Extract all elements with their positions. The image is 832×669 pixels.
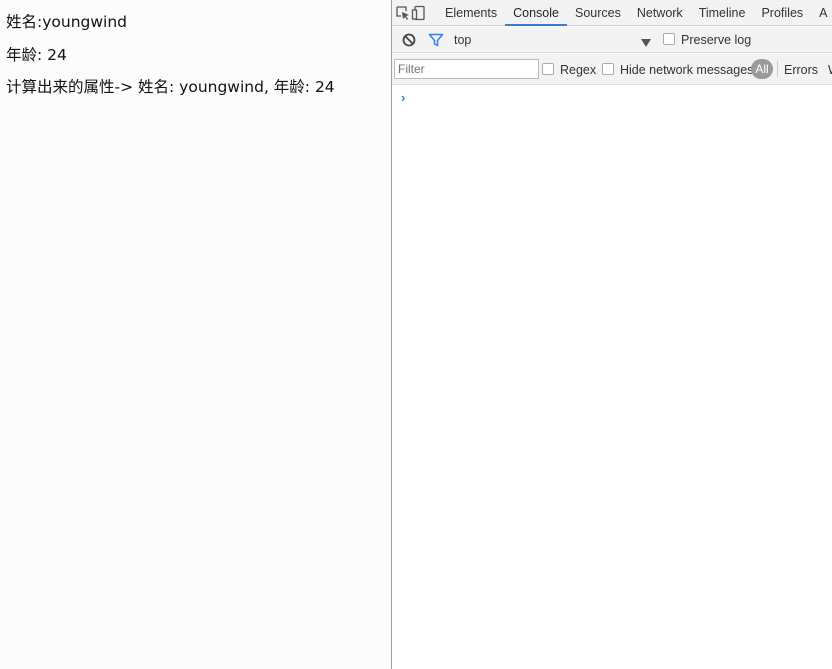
tab-sources[interactable]: Sources: [567, 0, 629, 25]
hide-network-label: Hide network messages: [620, 63, 754, 77]
tab-overflow[interactable]: A: [811, 0, 832, 25]
filter-icon[interactable]: [428, 32, 444, 48]
context-selector-label[interactable]: top: [454, 33, 471, 47]
page-content: 姓名:youngwind 年龄: 24 计算出来的属性-> 姓名: youngw…: [0, 0, 391, 669]
device-mode-icon[interactable]: [411, 0, 427, 26]
filter-input[interactable]: [394, 59, 539, 79]
hide-network-checkbox[interactable]: [602, 63, 614, 75]
level-warnings-button[interactable]: W: [828, 63, 832, 77]
console-toolbar: top Preserve log: [392, 27, 832, 53]
console-prompt-icon[interactable]: ›: [401, 90, 405, 105]
tab-profiles[interactable]: Profiles: [753, 0, 811, 25]
tab-timeline[interactable]: Timeline: [691, 0, 754, 25]
context-dropdown-arrow-icon[interactable]: [641, 36, 651, 50]
inspect-element-icon[interactable]: [395, 0, 411, 26]
name-text: 姓名:youngwind: [6, 13, 128, 31]
level-separator: [777, 61, 778, 77]
regex-label: Regex: [560, 63, 597, 77]
devtools-panel: Elements Console Sources Network Timelin…: [392, 0, 832, 669]
tab-elements[interactable]: Elements: [437, 0, 505, 25]
preserve-log-checkbox[interactable]: [663, 33, 675, 45]
tab-console[interactable]: Console: [505, 0, 567, 26]
console-output[interactable]: ›: [392, 86, 832, 669]
computed-property-text: 计算出来的属性-> 姓名: youngwind, 年龄: 24: [6, 78, 335, 96]
devtools-tabbar: Elements Console Sources Network Timelin…: [392, 0, 832, 26]
preserve-log-label: Preserve log: [681, 33, 752, 47]
level-errors-button[interactable]: Errors: [784, 63, 818, 77]
tab-network[interactable]: Network: [629, 0, 691, 25]
clear-console-icon[interactable]: [401, 32, 417, 48]
age-text: 年龄: 24: [6, 46, 67, 64]
regex-checkbox[interactable]: [542, 63, 554, 75]
level-all-button[interactable]: All: [751, 59, 773, 79]
filter-bar: Regex Hide network messages All Errors W: [392, 54, 832, 85]
